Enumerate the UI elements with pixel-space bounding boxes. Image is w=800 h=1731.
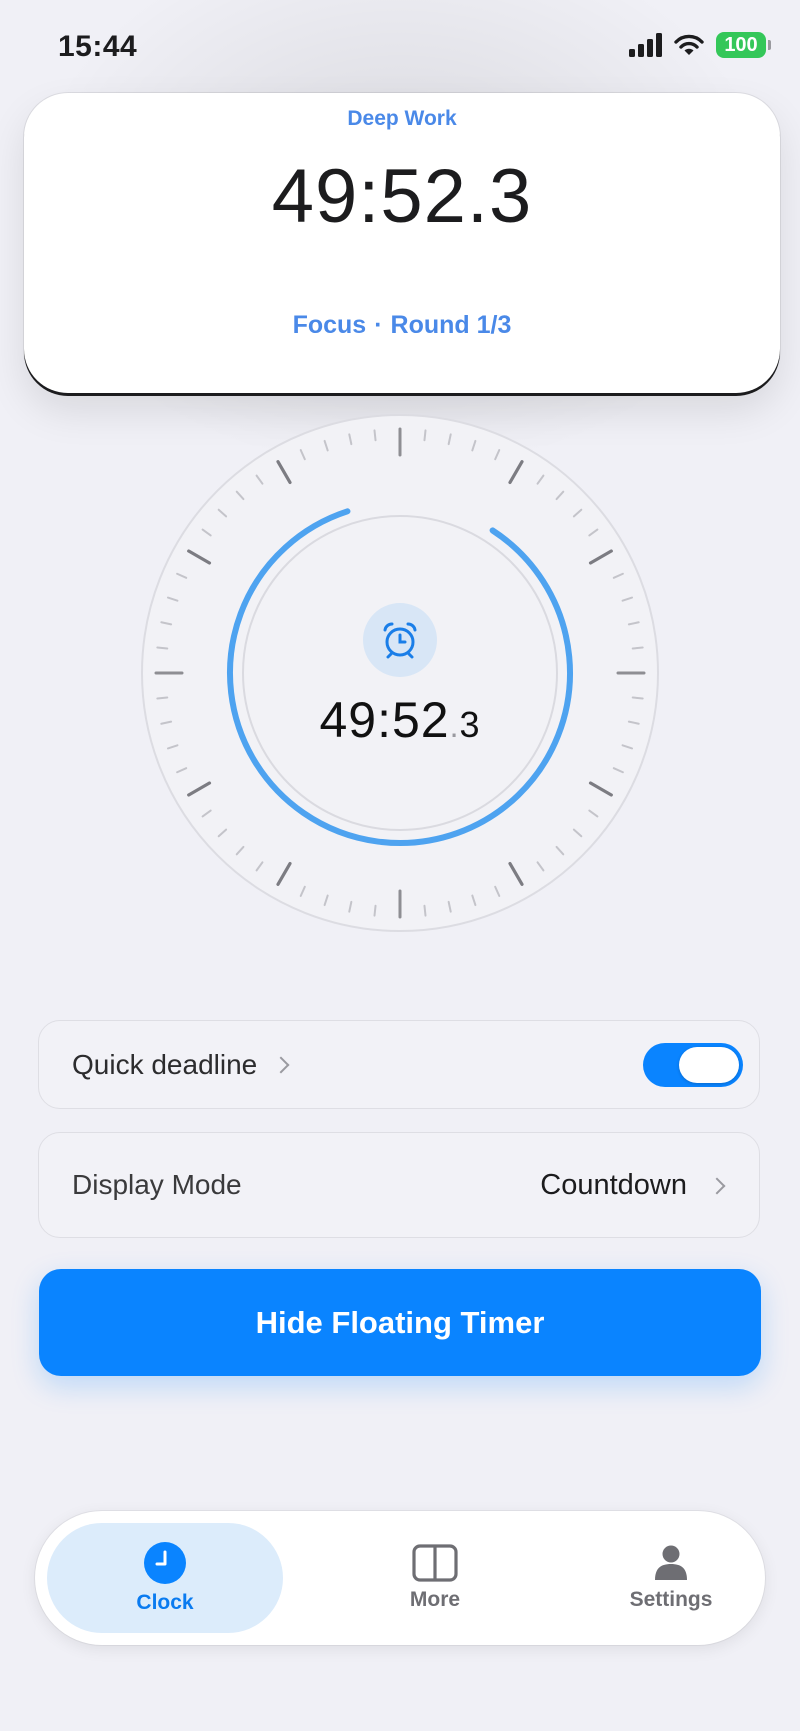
- round-label: Round 1/3: [390, 311, 512, 339]
- clock-icon: [144, 1542, 186, 1584]
- tab-clock[interactable]: Clock: [47, 1523, 283, 1633]
- split-view-icon: [412, 1544, 458, 1582]
- phase-label: Focus: [292, 311, 367, 339]
- dial-time-dot: .: [449, 708, 460, 744]
- quick-deadline-toggle[interactable]: [643, 1043, 743, 1087]
- tab-label: Clock: [136, 1591, 194, 1614]
- subtitle-separator: ·: [374, 311, 383, 339]
- alarm-badge: [363, 603, 437, 677]
- dial-time-main: 49:52: [319, 692, 450, 748]
- dial-time: 49:52.3: [140, 691, 660, 749]
- tab-more[interactable]: More: [317, 1523, 553, 1633]
- tab-settings[interactable]: Settings: [553, 1523, 789, 1633]
- chevron-right-icon: [708, 1177, 726, 1194]
- status-icons: 100: [629, 32, 771, 58]
- tab-bar: Clock More Settings: [35, 1511, 765, 1645]
- tab-label: Settings: [629, 1588, 713, 1611]
- floating-timer-card[interactable]: Deep Work 49:52.3 Focus · Round 1/3: [24, 93, 780, 393]
- hide-floating-timer-button[interactable]: Hide Floating Timer: [39, 1269, 761, 1376]
- floating-timer-label: Deep Work: [347, 107, 457, 130]
- display-mode-value-group: Countdown: [540, 1169, 726, 1202]
- chevron-right-icon: [272, 1056, 290, 1074]
- dial-time-tenths: 3: [459, 704, 481, 745]
- quick-deadline-label-group: Quick deadline: [72, 1049, 290, 1081]
- display-mode-row[interactable]: Display Mode Countdown: [38, 1132, 760, 1238]
- quick-deadline-label: Quick deadline: [72, 1049, 258, 1080]
- wifi-icon: [674, 34, 704, 55]
- display-mode-label: Display Mode: [72, 1169, 242, 1200]
- quick-deadline-row[interactable]: Quick deadline: [38, 1020, 760, 1109]
- dial-center: 49:52.3: [140, 413, 660, 933]
- floating-timer-subtitle: Focus · Round 1/3: [24, 311, 780, 340]
- battery-level: 100: [724, 33, 758, 56]
- floating-timer-time: 49:52.3: [271, 154, 533, 239]
- battery-indicator: 100: [716, 32, 771, 58]
- tab-label: More: [409, 1588, 461, 1611]
- person-icon: [655, 1545, 687, 1580]
- display-mode-value: Countdown: [540, 1169, 687, 1201]
- status-time: 15:44: [58, 30, 138, 63]
- toggle-knob: [679, 1047, 739, 1083]
- cellular-signal-icon: [629, 33, 662, 57]
- alarm-clock-icon: [383, 622, 417, 659]
